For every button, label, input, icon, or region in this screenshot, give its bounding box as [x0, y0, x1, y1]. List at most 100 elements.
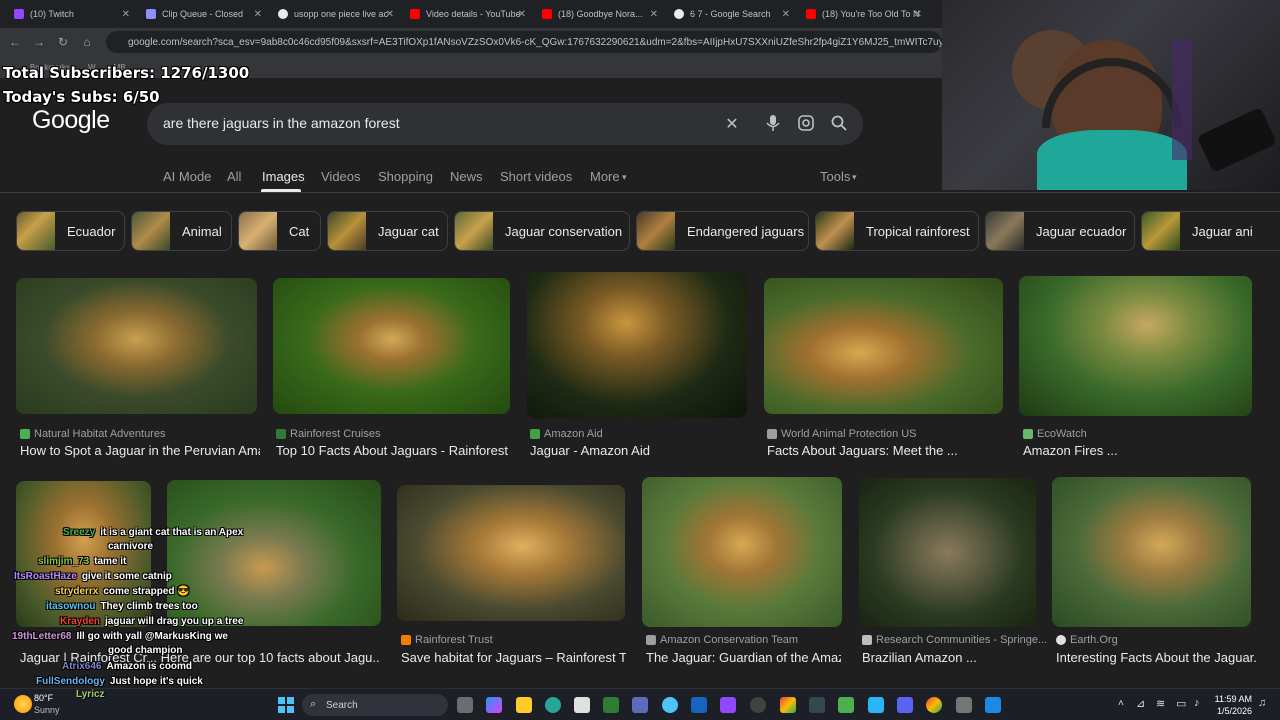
result-source[interactable]: World Animal Protection US	[767, 428, 917, 440]
result-image[interactable]	[764, 278, 1003, 414]
chip-tropical-rainforest[interactable]: Tropical rainforest	[815, 211, 979, 251]
tab-news[interactable]: News	[450, 169, 483, 184]
result-title[interactable]: Top 10 Facts About Jaguars - Rainforest …	[276, 443, 511, 458]
app-icon[interactable]	[868, 697, 884, 713]
weather-icon[interactable]	[14, 695, 32, 713]
tab-videos[interactable]: Videos	[321, 169, 361, 184]
chip-animal[interactable]: Animal	[131, 211, 232, 251]
result-image[interactable]	[859, 478, 1036, 627]
chip-cat[interactable]: Cat	[238, 211, 321, 251]
result-title[interactable]: Jaguar - Amazon Aid	[530, 443, 745, 458]
search-input[interactable]: are there jaguars in the amazon forest	[163, 115, 400, 131]
google-logo[interactable]: Google	[32, 106, 110, 135]
steam-icon[interactable]	[691, 697, 707, 713]
result-title[interactable]: Save habitat for Jaguars – Rainforest Tr…	[401, 650, 626, 665]
forward-icon[interactable]: →	[27, 35, 51, 49]
result-image[interactable]	[527, 272, 747, 418]
tab-shopping[interactable]: Shopping	[378, 169, 433, 184]
close-tab-icon[interactable]: ✕	[518, 9, 526, 20]
wifi-icon[interactable]: ≋	[1156, 697, 1165, 710]
notepad-icon[interactable]	[838, 697, 854, 713]
obs-icon[interactable]	[750, 697, 766, 713]
clear-icon[interactable]: ✕	[722, 114, 742, 134]
taskbar-search[interactable]: ⌕ Search	[302, 694, 448, 716]
clock-time[interactable]: 11:59 AM	[1214, 694, 1252, 704]
close-tab-icon[interactable]: ✕	[122, 9, 130, 20]
result-image[interactable]	[16, 278, 257, 414]
result-title[interactable]: The Jaguar: Guardian of the Amaz...	[646, 650, 841, 665]
search-icon[interactable]	[829, 114, 849, 134]
microphone-icon[interactable]	[763, 114, 783, 134]
home-icon[interactable]: ⌂	[75, 35, 99, 49]
result-image[interactable]	[1052, 477, 1251, 627]
tab-short-videos[interactable]: Short videos	[500, 169, 572, 184]
chevron-up-icon[interactable]: ˄	[1118, 698, 1124, 709]
back-icon[interactable]: ←	[3, 35, 27, 49]
result-source[interactable]: Rainforest Cruises	[276, 428, 380, 440]
file-explorer-icon[interactable]	[516, 697, 532, 713]
result-title[interactable]: Brazilian Amazon ...	[862, 650, 1037, 665]
app-icon[interactable]	[985, 697, 1001, 713]
browser-tab[interactable]: Video details - YouTube ✕	[404, 2, 530, 26]
tab-images[interactable]: Images	[262, 169, 305, 184]
discord-icon[interactable]	[897, 697, 913, 713]
chrome-icon[interactable]	[926, 697, 942, 713]
result-image[interactable]	[1019, 276, 1252, 416]
result-source[interactable]: Natural Habitat Adventures	[20, 428, 165, 440]
edge-icon[interactable]	[545, 697, 561, 713]
lens-icon[interactable]	[796, 114, 816, 134]
result-image[interactable]	[273, 278, 510, 414]
browser-tab[interactable]: usopp one piece live ac ✕	[272, 2, 398, 26]
close-tab-icon[interactable]: ✕	[650, 9, 658, 20]
result-title[interactable]: Amazon Fires ...	[1023, 443, 1253, 458]
result-title[interactable]: Facts About Jaguars: Meet the ...	[767, 443, 1002, 458]
app-icon[interactable]	[632, 697, 648, 713]
reload-icon[interactable]: ↻	[51, 35, 75, 49]
result-image[interactable]	[167, 480, 381, 626]
close-tab-icon[interactable]: ✕	[386, 9, 394, 20]
url-field[interactable]: google.com/search?sca_esv=9ab8c0c46cd95f…	[106, 31, 942, 53]
close-tab-icon[interactable]: ✕	[254, 9, 262, 20]
result-image[interactable]	[642, 477, 842, 627]
tab-ai-mode[interactable]: AI Mode	[163, 169, 211, 184]
twitch-icon[interactable]	[720, 697, 736, 713]
chip-ecuador[interactable]: Ecuador	[16, 211, 125, 251]
app-icon[interactable]	[809, 697, 825, 713]
chip-jaguar-animal[interactable]: Jaguar ani	[1141, 211, 1280, 251]
tab-all[interactable]: All	[227, 169, 241, 184]
result-title[interactable]: How to Spot a Jaguar in the Peruvian Ama…	[20, 443, 260, 458]
notification-bell-icon[interactable]: ♫	[1258, 697, 1266, 709]
chrome-icon[interactable]	[780, 697, 796, 713]
browser-tab[interactable]: (18) Goodbye Nora... ✕	[536, 2, 662, 26]
weather-desc[interactable]: Sunny	[34, 705, 60, 715]
app-icon[interactable]	[662, 697, 678, 713]
result-title[interactable]: Interesting Facts About the Jaguar...	[1056, 650, 1256, 665]
battery-icon[interactable]: ▭	[1176, 697, 1186, 710]
weather-temp[interactable]: 80°F	[34, 693, 53, 703]
browser-tab[interactable]: 6 7 - Google Search ✕	[668, 2, 794, 26]
result-source[interactable]: Amazon Aid	[530, 428, 603, 440]
chip-jaguar-cat[interactable]: Jaguar cat	[327, 211, 448, 251]
clock-date[interactable]: 1/5/2026	[1214, 706, 1252, 716]
network-icon[interactable]: ⊿	[1136, 697, 1145, 710]
volume-icon[interactable]: ♪	[1194, 697, 1200, 709]
chip-endangered-jaguars[interactable]: Endangered jaguars	[636, 211, 809, 251]
result-source[interactable]: Rainforest Trust	[401, 634, 493, 646]
result-source[interactable]: EcoWatch	[1023, 428, 1087, 440]
result-source[interactable]: Research Communities - Springe...	[862, 634, 1047, 646]
excel-icon[interactable]	[603, 697, 619, 713]
close-tab-icon[interactable]: ✕	[782, 9, 790, 20]
copilot-icon[interactable]	[486, 697, 502, 713]
windows-start-icon[interactable]	[278, 697, 294, 713]
result-source[interactable]: Amazon Conservation Team	[646, 634, 798, 646]
browser-tab[interactable]: Clip Queue - Closed ✕	[140, 2, 266, 26]
close-tab-icon[interactable]: ✕	[914, 9, 922, 20]
store-icon[interactable]	[574, 697, 590, 713]
chip-jaguar-conservation[interactable]: Jaguar conservation	[454, 211, 630, 251]
result-image[interactable]	[397, 485, 625, 621]
chip-jaguar-ecuador[interactable]: Jaguar ecuador	[985, 211, 1135, 251]
search-bar[interactable]: are there jaguars in the amazon forest ✕	[147, 103, 863, 145]
browser-tab[interactable]: (10) Twitch ✕	[8, 2, 134, 26]
browser-tab[interactable]: (18) You're Too Old To N ✕	[800, 2, 926, 26]
tools-button[interactable]: Tools	[820, 169, 850, 184]
